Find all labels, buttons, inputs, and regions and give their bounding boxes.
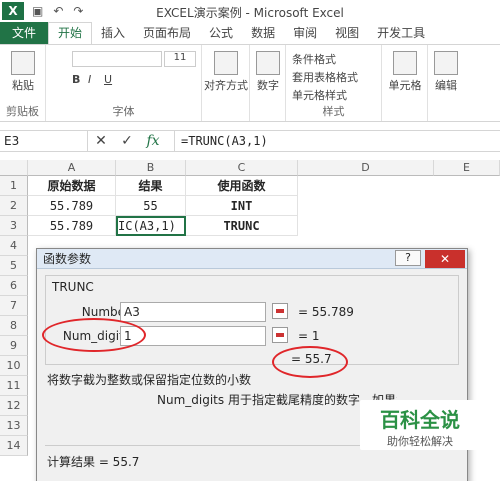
paste-icon [11,51,35,75]
group-editing[interactable]: 编辑 [428,45,464,121]
group-cells[interactable]: 单元格 [382,45,428,121]
cells-icon [393,51,417,75]
row-header[interactable]: 3 [0,216,28,236]
paste-button[interactable]: 粘贴 [6,51,40,93]
clipboard-group-label: 剪贴板 [6,105,39,118]
number-input[interactable]: A3 [120,302,266,322]
edit-label: 编辑 [435,79,457,92]
cell-b1[interactable]: 结果 [116,176,186,196]
range-picker-icon[interactable] [272,303,288,319]
highlight-ellipse-num-digits [42,318,146,352]
calculation-result: 计算结果 = 55.7 [47,455,140,469]
formula-input[interactable]: =TRUNC(A3,1) [174,131,500,151]
cells-label: 单元格 [388,79,422,92]
cancel-icon[interactable]: ✕ [88,133,114,149]
font-group-label: 字体 [112,105,135,118]
underline-button[interactable]: U [104,73,112,86]
row-header[interactable]: 7 [0,296,28,316]
row-header[interactable]: 12 [0,396,28,416]
title-bar: X ▣ ↶ ↷ EXCEL演示案例 - Microsoft Excel [0,0,500,22]
row-header[interactable]: 13 [0,416,28,436]
column-header-c[interactable]: C [186,160,298,176]
group-font: 11 B I U 字体 [46,45,202,121]
tab-developer[interactable]: 开发工具 [368,22,434,44]
styles-group-label: 样式 [322,105,345,118]
table-format-button[interactable]: 套用表格格式 [292,69,358,85]
name-box[interactable]: E3 [0,131,88,151]
dialog-title-bar: 函数参数 ? ✕ [37,249,467,269]
tab-home[interactable]: 开始 [48,22,93,44]
highlight-ellipse-result [272,346,348,378]
edit-button[interactable]: 编辑 [430,51,462,93]
watermark-subtitle: 助你轻松解决 [387,435,453,448]
font-name-select[interactable] [72,51,162,67]
watermark: 百科全说 助你轻松解决 [360,400,480,450]
cell-c2[interactable]: INT [186,196,298,216]
row-header[interactable]: 2 [0,196,28,216]
font-size-select[interactable]: 11 [164,51,196,67]
close-button[interactable]: ✕ [425,249,465,268]
insert-function-icon[interactable]: fx [140,133,166,149]
align-icon [214,51,238,75]
row-header[interactable]: 9 [0,336,28,356]
tab-formulas[interactable]: 公式 [200,22,242,44]
conditional-format-button[interactable]: 条件格式 [292,51,336,67]
cell-a1[interactable]: 原始数据 [28,176,116,196]
tab-insert[interactable]: 插入 [92,22,134,44]
enter-icon[interactable]: ✓ [114,133,140,149]
row-header[interactable]: 11 [0,376,28,396]
italic-button[interactable]: I [88,73,91,86]
row-header[interactable]: 1 [0,176,28,196]
arg-result: = 55.789 [298,305,354,319]
ribbon: 粘贴 剪贴板 11 B I U 字体 对齐方式 数字 条件格式 套用表格格式 单… [0,44,500,122]
row-header[interactable]: 14 [0,436,28,456]
tab-review[interactable]: 审阅 [284,22,326,44]
cell-a2[interactable]: 55.789 [28,196,116,216]
tab-data[interactable]: 数据 [242,22,284,44]
excel-window: X ▣ ↶ ↷ EXCEL演示案例 - Microsoft Excel 文件 开… [0,0,500,481]
group-clipboard: 粘贴 剪贴板 [0,45,46,121]
group-number[interactable]: 数字 [250,45,286,121]
number-button[interactable]: 数字 [252,51,284,93]
tab-view[interactable]: 视图 [326,22,368,44]
paste-label: 粘贴 [12,79,34,92]
row-header[interactable]: 8 [0,316,28,336]
function-description: 将数字截为整数或保留指定位数的小数 [47,373,252,387]
watermark-title: 百科全说 [380,408,460,432]
group-alignment[interactable]: 对齐方式 [202,45,250,121]
cells-button[interactable]: 单元格 [384,51,426,93]
cell-c3[interactable]: TRUNC [186,216,298,236]
function-name: TRUNC [52,280,94,294]
tab-file[interactable]: 文件 [0,22,48,44]
cell-b3-editing[interactable]: IC(A3,1) [116,216,186,236]
arg-result: = 1 [298,329,320,343]
dialog-title: 函数参数 [43,252,92,266]
ribbon-tabs: 文件 开始 插入 页面布局 公式 数据 审阅 视图 开发工具 [0,22,500,44]
cell-a3[interactable]: 55.789 [28,216,116,236]
range-picker-icon[interactable] [272,327,288,343]
cell-c1[interactable]: 使用函数 [186,176,298,196]
row-header[interactable]: 4 [0,236,28,256]
row-header[interactable]: 10 [0,356,28,376]
column-header-a[interactable]: A [28,160,116,176]
formula-bar: E3 ✕ ✓ fx =TRUNC(A3,1) [0,130,500,152]
column-header-b[interactable]: B [116,160,186,176]
percent-icon [256,51,280,75]
select-all-corner[interactable] [0,160,28,176]
column-header-d[interactable]: D [298,160,434,176]
bold-button[interactable]: B [72,73,80,86]
row-header[interactable]: 6 [0,276,28,296]
cell-b2[interactable]: 55 [116,196,186,216]
number-label: 数字 [257,79,279,92]
column-header-e[interactable]: E [434,160,500,176]
row-header[interactable]: 5 [0,256,28,276]
cell-style-button[interactable]: 单元格样式 [292,87,347,103]
binoculars-icon [434,51,458,75]
group-styles: 条件格式 套用表格格式 单元格样式 样式 [286,45,382,121]
window-title: EXCEL演示案例 - Microsoft Excel [156,6,344,20]
alignment-label: 对齐方式 [204,79,248,92]
help-button[interactable]: ? [395,249,421,266]
tab-page-layout[interactable]: 页面布局 [134,22,200,44]
alignment-button[interactable]: 对齐方式 [204,51,248,93]
